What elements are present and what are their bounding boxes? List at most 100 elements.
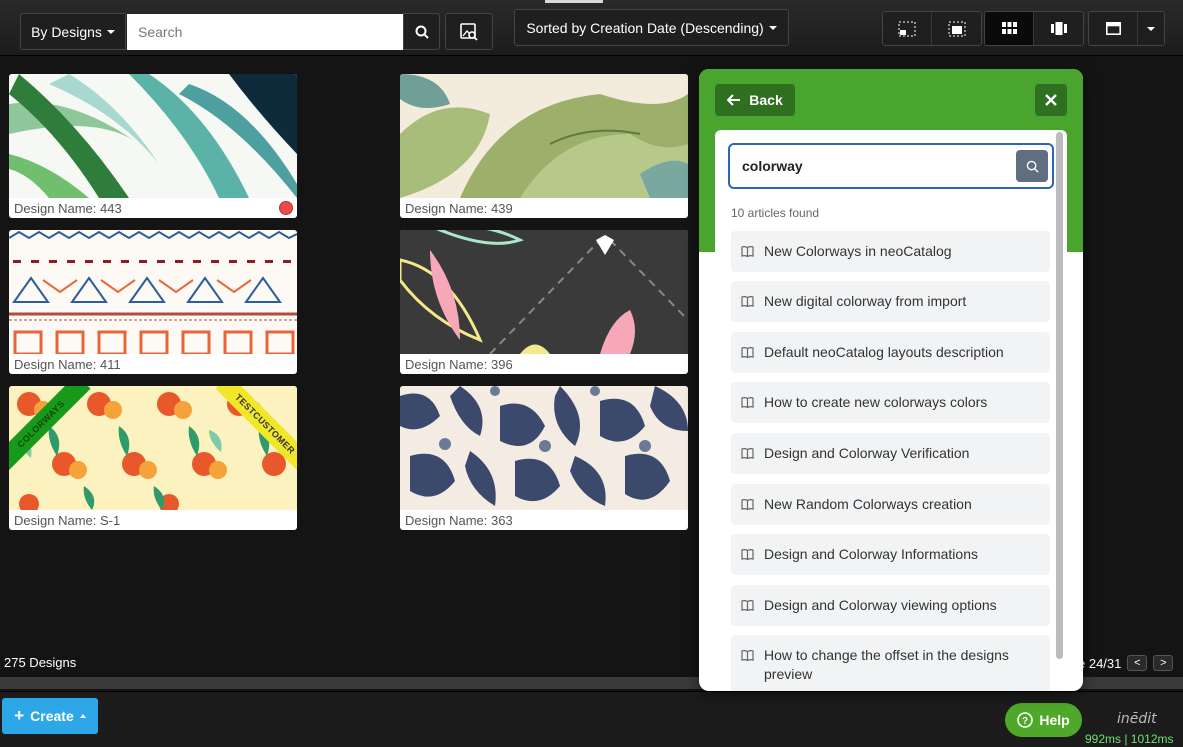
carousel-view-button[interactable] — [1034, 12, 1083, 45]
article-title: Default neoCatalog layouts description — [764, 344, 1004, 360]
article-title: Design and Colorway viewing options — [764, 597, 997, 613]
article-title: How to change the offset in the designs … — [764, 647, 1009, 682]
book-icon — [741, 397, 754, 408]
article-item[interactable]: Default neoCatalog layouts description — [731, 332, 1050, 373]
active-tab-indicator — [545, 0, 603, 3]
question-icon: ? — [1017, 712, 1034, 728]
grid-view-button[interactable] — [985, 12, 1034, 45]
grid-icon — [1001, 22, 1017, 34]
book-icon — [741, 296, 754, 307]
design-caption: Design Name: 411 — [14, 357, 121, 372]
layout-menu-button[interactable] — [1138, 12, 1164, 45]
vertical-scrollbar[interactable] — [1056, 132, 1063, 659]
article-search — [728, 143, 1054, 189]
selection-tools — [882, 11, 982, 46]
create-button[interactable]: + Create — [2, 698, 98, 734]
filter-dropdown[interactable]: By Designs — [20, 13, 126, 50]
help-button-label: Help — [1039, 712, 1070, 728]
design-thumbnail — [400, 74, 688, 198]
select-area-icon — [898, 21, 916, 36]
svg-text:?: ? — [1022, 716, 1028, 727]
article-title: New Colorways in neoCatalog — [764, 243, 952, 259]
article-title: Design and Colorway Informations — [764, 546, 978, 562]
select-area-button[interactable] — [883, 12, 932, 45]
status-dot — [279, 201, 293, 215]
pagination: e 24/31 < > — [1078, 655, 1174, 671]
design-caption: Design Name: 439 — [405, 201, 513, 216]
help-content: 10 articles found New Colorways in neoCa… — [715, 130, 1067, 691]
plus-icon: + — [14, 706, 25, 725]
search-icon — [415, 25, 429, 39]
back-button[interactable]: Back — [715, 84, 795, 116]
book-icon — [741, 549, 754, 560]
close-icon — [1045, 94, 1057, 106]
view-mode-tools — [984, 11, 1084, 46]
close-button[interactable] — [1035, 84, 1067, 116]
caret-up-icon — [79, 714, 86, 718]
carousel-icon — [1050, 22, 1067, 35]
caret-down-icon — [106, 29, 115, 34]
design-caption: Design Name: 363 — [405, 513, 513, 528]
book-icon — [741, 600, 754, 611]
select-image-button[interactable] — [932, 12, 981, 45]
design-card[interactable]: Design Name: 443 — [9, 74, 297, 218]
brand-logo: inēdit — [1117, 711, 1157, 727]
design-card[interactable]: Design Name: 396 — [400, 230, 688, 374]
results-count: 10 articles found — [731, 206, 820, 220]
sort-dropdown-label: Sorted by Creation Date (Descending) — [526, 19, 764, 36]
article-item[interactable]: Design and Colorway viewing options — [731, 585, 1050, 626]
design-thumbnail — [9, 74, 297, 198]
book-icon — [741, 347, 754, 358]
search-input[interactable] — [127, 14, 403, 50]
design-card[interactable]: Design Name: 411 — [9, 230, 297, 374]
design-card[interactable]: Design Name: 439 — [400, 74, 688, 218]
book-icon — [741, 650, 754, 661]
article-item[interactable]: New Random Colorways creation — [731, 484, 1050, 525]
article-title: New Random Colorways creation — [764, 496, 972, 512]
article-item[interactable]: How to change the offset in the designs … — [731, 635, 1050, 691]
design-card[interactable]: Design Name: 363 — [400, 386, 688, 530]
article-search-input[interactable] — [742, 155, 1002, 177]
prev-page-button[interactable]: < — [1127, 655, 1148, 671]
article-title: How to create new colorways colors — [764, 394, 988, 410]
back-button-label: Back — [749, 92, 783, 108]
article-title: Design and Colorway Verification — [764, 445, 970, 461]
article-search-button[interactable] — [1016, 150, 1048, 182]
top-toolbar: By Designs Sorted by Creation Date (Desc… — [0, 0, 1183, 56]
article-item[interactable]: New Colorways in neoCatalog — [731, 231, 1050, 272]
timing-readout: 992ms | 1012ms — [1085, 732, 1174, 746]
caret-down-icon — [768, 25, 777, 30]
help-button[interactable]: ? Help — [1005, 703, 1082, 737]
book-icon — [741, 448, 754, 459]
layout-button[interactable] — [1089, 12, 1138, 45]
next-page-button[interactable]: > — [1153, 655, 1174, 671]
article-title: New digital colorway from import — [764, 293, 967, 309]
design-caption: Design Name: 443 — [14, 201, 122, 216]
book-icon — [741, 246, 754, 257]
design-card[interactable]: COLORWAYS TESTCUSTOMER Design Name: S-1 — [9, 386, 297, 530]
window-icon — [1105, 22, 1121, 35]
filter-dropdown-label: By Designs — [31, 23, 102, 40]
article-item[interactable]: How to create new colorways colors — [731, 382, 1050, 423]
arrow-left-icon — [727, 94, 741, 106]
layout-tools — [1088, 11, 1165, 46]
design-count: 275 Designs — [4, 655, 77, 670]
article-item[interactable]: New digital colorway from import — [731, 281, 1050, 322]
article-item[interactable]: Design and Colorway Verification — [731, 433, 1050, 474]
design-caption: Design Name: S-1 — [14, 513, 121, 528]
search-button[interactable] — [403, 13, 440, 50]
caret-down-icon — [1147, 26, 1155, 31]
image-search-button[interactable] — [445, 13, 493, 50]
image-search-icon — [460, 22, 478, 41]
design-caption: Design Name: 396 — [405, 357, 513, 372]
design-thumbnail — [9, 230, 297, 354]
search-icon — [1026, 160, 1039, 173]
help-panel: Back 10 articles found New Colorways in … — [699, 69, 1083, 691]
page-indicator: e 24/31 — [1078, 655, 1122, 671]
create-button-label: Create — [30, 708, 74, 724]
select-image-icon — [948, 21, 965, 36]
design-thumbnail — [400, 230, 688, 354]
article-item[interactable]: Design and Colorway Informations — [731, 534, 1050, 575]
sort-dropdown[interactable]: Sorted by Creation Date (Descending) — [514, 9, 789, 46]
book-icon — [741, 499, 754, 510]
